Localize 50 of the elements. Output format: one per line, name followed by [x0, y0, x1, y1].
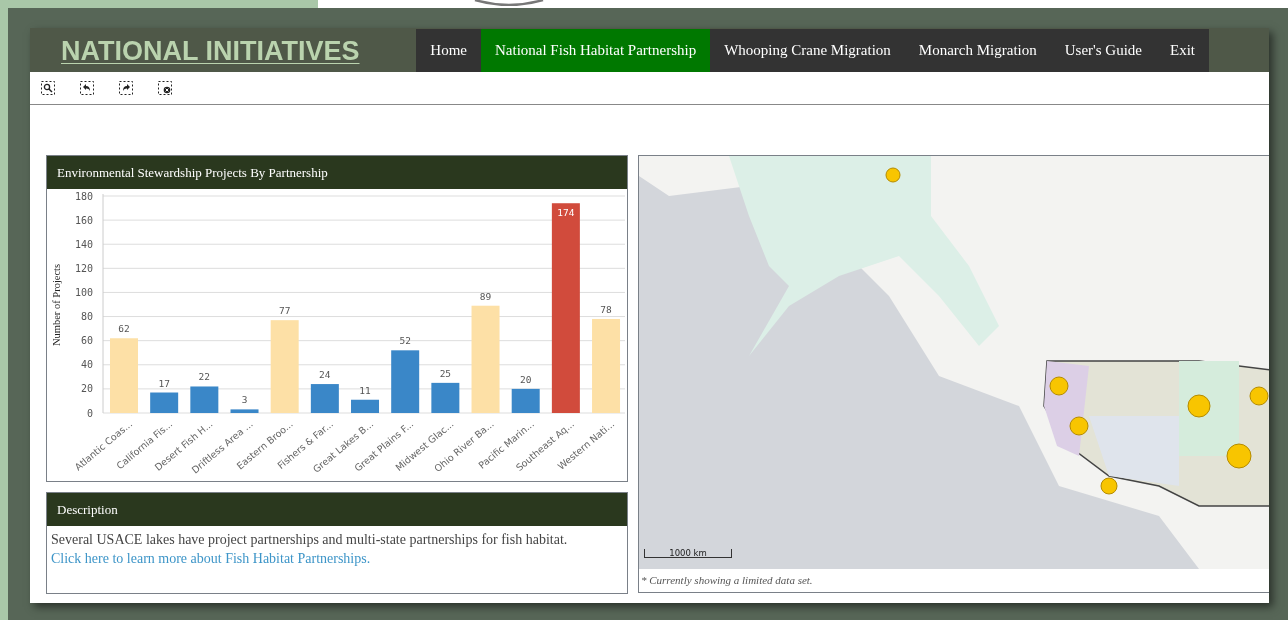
- y-tick-label: 100: [74, 286, 93, 298]
- bar[interactable]: [431, 382, 460, 413]
- bar[interactable]: [150, 392, 179, 413]
- bar[interactable]: [351, 399, 379, 413]
- circle-logo-icon: [473, 0, 545, 6]
- y-tick-label: 140: [74, 238, 93, 250]
- bar[interactable]: [190, 386, 219, 413]
- y-tick-label: 160: [74, 214, 93, 226]
- y-tick-label: 60: [80, 335, 93, 347]
- nav-tab[interactable]: User's Guide: [1050, 29, 1156, 72]
- chart-title: Environmental Stewardship Projects By Partnership: [57, 164, 328, 181]
- selection-search-icon[interactable]: [41, 81, 55, 95]
- y-tick-label: 40: [80, 359, 93, 371]
- bar-value-label: 25: [439, 367, 452, 379]
- scale-bar: 1000 km: [644, 549, 732, 558]
- bar-value-label: 62: [118, 323, 130, 335]
- bar-value-label: 22: [198, 371, 211, 383]
- bar-value-label: 89: [479, 290, 492, 302]
- bar-value-label: 52: [399, 335, 411, 347]
- bar-value-label: 24: [319, 369, 331, 381]
- description-text: Several USACE lakes have project partnerships and multi-state partnerships for fish habitat.: [51, 531, 569, 549]
- bar-value-label: 78: [600, 303, 612, 315]
- nav-tab[interactable]: National Fish Habitat Partnership: [480, 29, 711, 72]
- selection-clear-icon[interactable]: [158, 81, 172, 95]
- y-tick-label: 120: [74, 262, 93, 274]
- bar[interactable]: [511, 388, 540, 413]
- bar-value-label: 77: [278, 305, 291, 317]
- y-tick-label: 20: [80, 383, 93, 395]
- selection-forward-icon[interactable]: [119, 81, 133, 95]
- bar-value-label: 3: [241, 394, 248, 406]
- map-footnote: * Currently showing a limited data set.: [641, 574, 813, 586]
- bar[interactable]: [230, 409, 259, 413]
- nav-tab[interactable]: Monarch Migration: [904, 29, 1051, 72]
- y-tick-label: 0: [86, 407, 93, 419]
- nav-tab[interactable]: Home: [416, 29, 481, 72]
- bar[interactable]: [310, 384, 339, 413]
- bar[interactable]: [551, 203, 580, 413]
- y-tick-label: 180: [74, 190, 93, 202]
- nav-tab[interactable]: Exit: [1156, 29, 1209, 72]
- bar[interactable]: [391, 350, 420, 413]
- site-title[interactable]: NATIONAL INITIATIVES: [61, 35, 360, 67]
- bar-value-label: 17: [158, 377, 170, 389]
- y-axis-label: Number of Projects: [51, 263, 62, 347]
- y-tick-label: 80: [80, 311, 93, 323]
- bar-value-label: 174: [557, 207, 575, 219]
- description-title: Description: [57, 501, 118, 518]
- bar-value-label: 11: [359, 384, 371, 396]
- bar-value-label: 20: [519, 373, 532, 385]
- selection-back-icon[interactable]: [80, 81, 94, 95]
- nav-tab[interactable]: Whooping Crane Migration: [710, 29, 905, 72]
